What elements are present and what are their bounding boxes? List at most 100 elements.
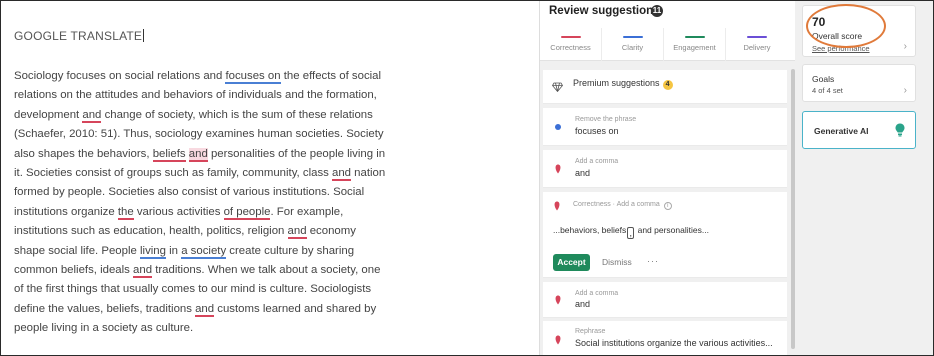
suggestions-header: Review suggestions 11 Correctness Clarit… — [540, 1, 796, 61]
suggestion-card-rephrase[interactable]: Rephrase Social institutions organize th… — [543, 321, 787, 355]
flagged-text[interactable]: living — [140, 244, 166, 259]
text-run: formed by people. Societies also consist… — [14, 186, 365, 199]
text-run: common beliefs, ideals — [14, 264, 134, 277]
document-title[interactable]: GOOGLE TRANSLATE — [14, 29, 145, 43]
right-sidebar: 70 Overall score See performance › Goals… — [795, 1, 933, 355]
premium-count-badge: 4 — [662, 80, 673, 90]
delivery-bar — [747, 36, 767, 38]
flagged-text[interactable]: focuses on — [225, 70, 281, 84]
flagged-text[interactable]: and — [332, 167, 352, 182]
goals-card[interactable]: Goals 4 of 4 set › — [802, 64, 916, 102]
app-window: GOOGLE TRANSLATE Sociology focuses on so… — [0, 0, 934, 356]
suggestion-type: Add a comma — [575, 290, 619, 297]
text-run: . For example, — [270, 205, 344, 218]
text-run: Sociology focuses on social relations an… — [14, 70, 226, 82]
category-label: Clarity — [621, 43, 644, 52]
premium-suggestions-card[interactable]: Premium suggestions 4 — [543, 70, 787, 104]
preview-after: and personalities... — [635, 225, 709, 235]
text-run: (Schaefer, 2010: 51). Thus, sociology ex… — [14, 128, 384, 141]
dismiss-button[interactable]: Dismiss — [602, 254, 632, 271]
document-line[interactable]: common beliefs, ideals and traditions. W… — [14, 261, 419, 280]
correctness-dot-icon — [553, 164, 563, 174]
preview-before: ...behaviors, beliefs — [553, 225, 627, 235]
suggestion-text: and — [575, 299, 591, 309]
flagged-text[interactable]: and — [82, 108, 102, 123]
category-tab-engagement[interactable]: Engagement — [664, 28, 726, 61]
text-run: change of society, which is the sum of t… — [101, 108, 373, 121]
goals-status: 4 of 4 set — [812, 86, 843, 95]
category-label: Correctness — [550, 43, 591, 52]
info-icon[interactable]: i — [663, 202, 672, 210]
text-run: shape social life. People — [14, 244, 141, 257]
suggestion-card-expanded[interactable]: Correctness · Add a comma i ...behaviors,… — [543, 192, 787, 278]
suggestion-card-add-comma-2[interactable]: Add a comma and — [543, 282, 787, 318]
suggestion-type: Correctness · Add a comma — [573, 201, 660, 208]
annotation-highlight-circle — [806, 4, 886, 48]
suggestion-count-badge: 11 — [651, 5, 663, 17]
generative-ai-label: Generative AI — [814, 126, 869, 136]
suggestion-card-remove-phrase[interactable]: Remove the phrase focuses on — [543, 108, 787, 146]
flagged-text[interactable]: and — [133, 264, 153, 279]
suggestion-type: Rephrase — [575, 328, 606, 335]
document-line[interactable]: also shapes the behaviors, beliefs and p… — [14, 145, 419, 164]
text-run: institutions organize — [14, 205, 118, 218]
document-line[interactable]: formed by people. Societies also consist… — [14, 183, 419, 202]
flagged-text[interactable]: and — [287, 225, 307, 240]
document-line[interactable]: institutions such as education, health, … — [14, 222, 419, 241]
suggestion-text: focuses on — [575, 126, 619, 136]
category-tab-delivery[interactable]: Delivery — [726, 28, 788, 61]
text-run: create culture by sharing — [226, 244, 355, 257]
text-run: it. Societies consist of groups such as … — [14, 167, 332, 180]
text-run: the effects of social — [280, 70, 382, 82]
document-line[interactable]: define the values, beliefs, traditions a… — [14, 300, 419, 319]
text-run: institutions such as education, health, … — [14, 225, 288, 238]
flagged-text[interactable]: a society — [181, 244, 227, 259]
premium-label-text: Premium suggestions — [573, 78, 660, 88]
document-line[interactable]: shape social life. People living in a so… — [14, 242, 419, 261]
category-tab-clarity[interactable]: Clarity — [602, 28, 664, 61]
clarity-bar — [622, 36, 643, 38]
document-line[interactable]: of the first things that usually comes t… — [14, 280, 419, 299]
document-line[interactable]: institutions organize the various activi… — [14, 203, 419, 222]
flagged-text[interactable]: of people — [223, 205, 271, 220]
suggestion-text: Social institutions organize the various… — [575, 338, 773, 348]
document-line[interactable]: relations on the attitudes and behaviors… — [14, 86, 419, 105]
document-line[interactable]: development and change of society, which… — [14, 106, 419, 125]
document-editor[interactable]: GOOGLE TRANSLATE Sociology focuses on so… — [1, 1, 539, 355]
text-run: define the values, beliefs, traditions — [14, 302, 196, 315]
document-line[interactable]: it. Societies consist of groups such as … — [14, 164, 419, 183]
text-run: various activities — [133, 205, 224, 218]
flagged-text[interactable]: and — [188, 147, 208, 162]
generative-ai-button[interactable]: Generative AI — [802, 111, 916, 149]
suggestions-panel: Review suggestions 11 Correctness Clarit… — [539, 1, 796, 355]
correctness-dot-icon — [552, 201, 562, 211]
clarity-dot-icon — [553, 123, 563, 133]
chevron-right-icon: › — [903, 41, 907, 52]
correctness-dot-icon — [553, 295, 563, 305]
flagged-text[interactable]: beliefs — [152, 147, 186, 162]
category-label: Engagement — [673, 43, 716, 52]
category-tab-correctness[interactable]: Correctness — [540, 28, 602, 61]
suggestion-card-add-comma[interactable]: Add a comma and — [543, 150, 787, 188]
diamond-icon — [552, 82, 563, 93]
text-run: people living in a society as culture. — [14, 322, 194, 335]
text-run: in — [165, 244, 182, 257]
suggestion-type: Add a comma — [575, 158, 619, 165]
text-run: personalities of the people living in — [207, 147, 386, 160]
document-line[interactable]: Sociology focuses on social relations an… — [14, 67, 419, 86]
flagged-text[interactable]: the — [117, 205, 134, 220]
engagement-bar — [684, 36, 705, 38]
flagged-text[interactable]: and — [195, 302, 215, 317]
text-run: of the first things that usually comes t… — [14, 283, 372, 296]
document-line[interactable]: (Schaefer, 2010: 51). Thus, sociology ex… — [14, 125, 419, 144]
text-run: nation — [351, 167, 386, 180]
more-options-button[interactable]: ··· — [647, 253, 659, 270]
text-run: customs learned and shared by — [214, 302, 377, 315]
suggestion-type: Remove the phrase — [575, 116, 637, 123]
document-line[interactable]: people living in a society as culture. — [14, 319, 419, 338]
text-run: relations on the attitudes and behaviors… — [14, 89, 377, 102]
text-run: economy — [306, 225, 356, 238]
accept-button[interactable]: Accept — [553, 254, 590, 271]
document-body[interactable]: Sociology focuses on social relations an… — [14, 67, 419, 339]
suggestion-text: and — [575, 168, 591, 178]
